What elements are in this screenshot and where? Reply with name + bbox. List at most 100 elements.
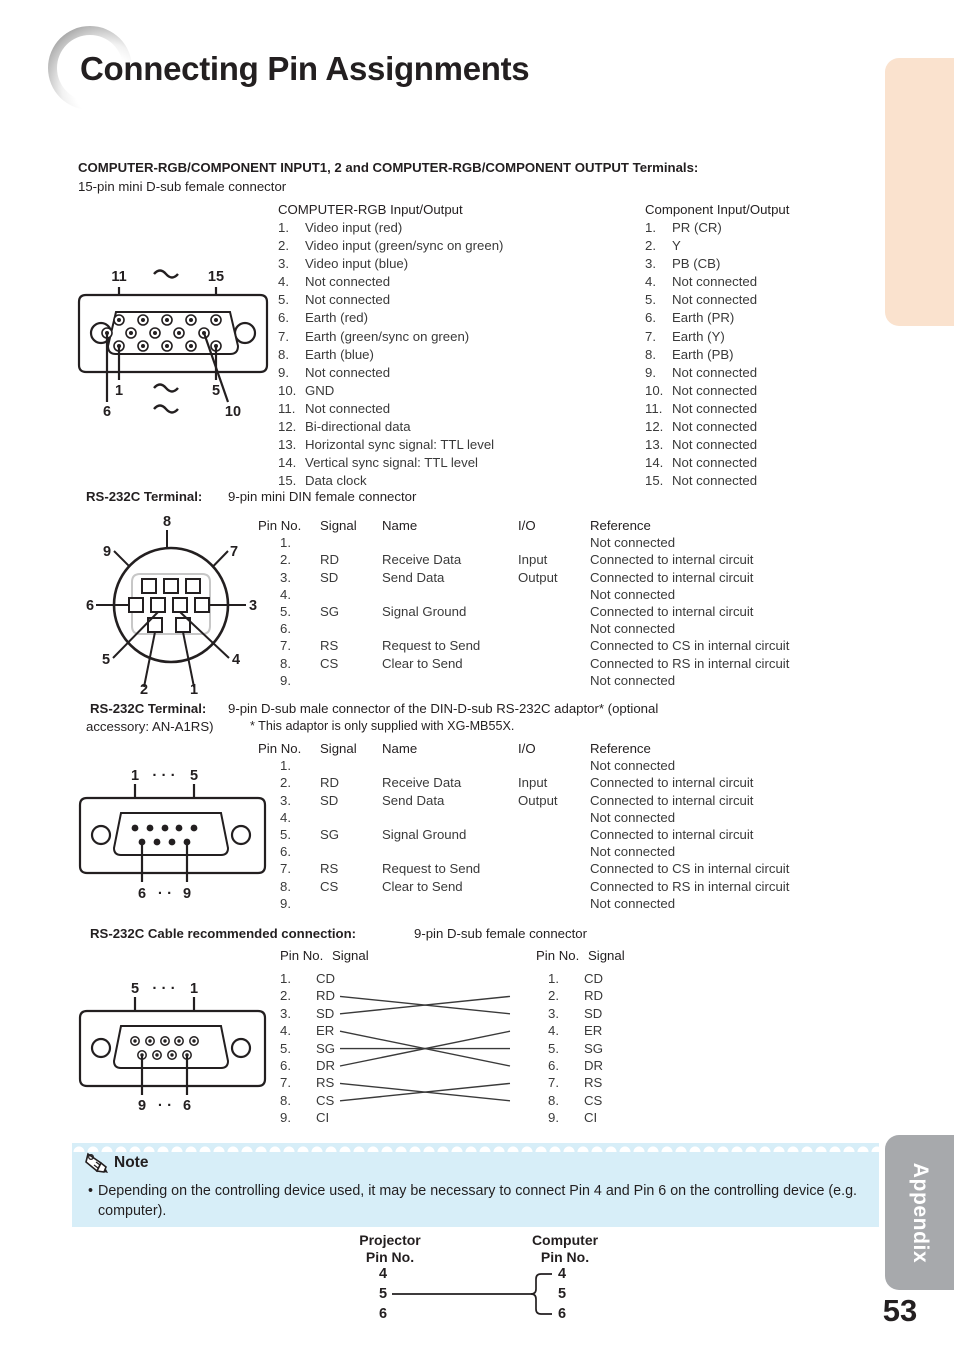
- pin-row: 4. Not connected: [278, 273, 503, 291]
- projector-header-line1: Projector: [359, 1232, 421, 1248]
- pin-row: 4. Not connected: [645, 273, 789, 291]
- pin-row: 9. Not connected: [645, 364, 789, 382]
- cell-io: [518, 860, 590, 877]
- cable-left-col-signal: Signal: [332, 948, 369, 963]
- vga-label-5: 5: [212, 383, 220, 399]
- pin-number: 3.: [645, 256, 656, 272]
- comp-pin-5: 5: [558, 1286, 566, 1302]
- cell-io: [518, 586, 590, 603]
- cell-name: [382, 672, 518, 689]
- proj-pin-4: 4: [379, 1266, 387, 1282]
- pin-row: 12. Not connected: [645, 418, 789, 436]
- cell-name: Clear to Send: [382, 878, 463, 894]
- pin-number: 1.: [278, 220, 289, 235]
- comp-pin-4: 4: [558, 1266, 566, 1282]
- pin-number: 12.: [645, 419, 664, 435]
- cell-signal: [320, 895, 382, 912]
- cell-reference: Connected to internal circuit: [590, 569, 754, 585]
- cell-signal: CS: [320, 878, 339, 894]
- table-row: 8. CS Clear to Send Connected to RS in inte…: [258, 878, 840, 895]
- cell-reference: Connected to internal circuit: [590, 827, 754, 843]
- cell-reference: Not connected: [590, 672, 676, 688]
- pin-row: 7. Earth (Y): [645, 328, 789, 346]
- cell-reference: Connected to internal circuit: [590, 552, 754, 568]
- pin-description: Earth (Y): [672, 328, 725, 344]
- cable-label-1: 1: [190, 981, 198, 997]
- dsub-col-pin: Pin No.: [258, 741, 302, 756]
- din-pin-table: Pin No. Signal Name I/O Reference 1. Not …: [258, 517, 840, 689]
- pin-number: 5.: [278, 292, 289, 308]
- din-col-signal: Signal: [320, 518, 357, 533]
- table-row: 3. SD Send Data Output Connected to internal…: [258, 792, 840, 809]
- side-tab-peach: [885, 58, 954, 326]
- cell-reference: Not connected: [590, 621, 676, 637]
- din-section-subheading: 9-pin mini DIN female connector: [228, 489, 417, 504]
- cell-signal: [320, 757, 382, 774]
- cell-io: [518, 878, 590, 895]
- cell-pin: 4.: [280, 809, 291, 825]
- table-row: 1. Not connected: [258, 534, 840, 551]
- pin-row: 3. PB (CB): [645, 255, 789, 273]
- table-row: 5. SG Signal Ground Connected to internal c…: [258, 826, 840, 843]
- din-col-name: Name: [382, 518, 418, 533]
- cable-left-col-pin: Pin No.: [280, 948, 324, 963]
- cell-name: Send Data: [382, 792, 445, 808]
- dsub-col-io: I/O: [518, 741, 536, 756]
- cell-name: Request to Send: [382, 638, 481, 654]
- page-number: 53: [882, 1293, 918, 1328]
- cable-signal: SG: [584, 1040, 604, 1056]
- din-label-4: 4: [232, 652, 240, 668]
- pin-description: Not connected: [305, 400, 391, 416]
- cell-io: [518, 757, 590, 774]
- cell-io: [518, 672, 590, 689]
- cell-io: [518, 809, 590, 826]
- svg-text:· · ·: · · ·: [152, 767, 175, 784]
- dsub-section-subheading-1: 9-pin D-sub male connector of the DIN-D-…: [228, 701, 659, 716]
- note-title: Note: [114, 1154, 149, 1171]
- pin-description: Y: [672, 238, 681, 254]
- pin-row: 11. Not connected: [278, 400, 503, 418]
- cell-name: [382, 809, 518, 826]
- cable-section-heading: RS-232C Cable recommended connection:: [90, 926, 357, 941]
- cell-signal: [320, 586, 382, 603]
- cell-name: Receive Data: [382, 775, 462, 791]
- cell-reference: Connected to internal circuit: [590, 792, 754, 808]
- pin-row: 14. Vertical sync signal: TTL level: [278, 454, 503, 472]
- pin-description: Data clock: [305, 473, 367, 489]
- pencil-icon: [84, 1151, 112, 1175]
- pin-number: 10.: [645, 382, 664, 398]
- pin-number: 1.: [645, 220, 656, 235]
- vga-component-pin-list: Component Input/Output 1. PR (CR) 2. Y 3. PB …: [645, 202, 789, 490]
- cable-pin: 2.: [280, 988, 291, 1004]
- cell-reference: Connected to internal circuit: [590, 604, 754, 620]
- pin-number: 6.: [645, 310, 656, 326]
- cell-reference: Not connected: [590, 844, 676, 860]
- table-row: 6. Not connected: [258, 620, 840, 637]
- projector-header-line2: Pin No.: [365, 1249, 415, 1265]
- pin-description: Not connected: [305, 274, 391, 290]
- dsub-col-name: Name: [382, 741, 418, 756]
- cable-signal: DR: [584, 1058, 604, 1074]
- proj-pin-5: 5: [379, 1286, 387, 1302]
- vga-rgb-list-header: COMPUTER-RGB Input/Output: [278, 202, 463, 217]
- cable-pin: 4.: [280, 1023, 291, 1039]
- cell-signal: RS: [320, 861, 339, 877]
- cell-pin: 3.: [280, 569, 291, 585]
- pin-number: 2.: [645, 238, 656, 254]
- pin-number: 13.: [645, 437, 664, 453]
- cell-io: [518, 620, 590, 637]
- vga-label-6: 6: [103, 404, 111, 420]
- table-row: 9. Not connected: [258, 672, 840, 689]
- pin-description: Not connected: [672, 292, 758, 308]
- table-row: 4. Not connected: [258, 809, 840, 826]
- cell-signal: [320, 809, 382, 826]
- cell-reference: Not connected: [590, 586, 676, 602]
- cell-reference: Connected to internal circuit: [590, 775, 754, 791]
- cable-crossover-lines: [339, 995, 511, 1102]
- din-label-8: 8: [163, 514, 171, 530]
- cell-io: [518, 843, 590, 860]
- cable-signal: RD: [584, 988, 604, 1004]
- comp-pin-6: 6: [558, 1306, 566, 1322]
- proj-pin-6: 6: [379, 1306, 387, 1322]
- cell-reference: Not connected: [590, 809, 676, 825]
